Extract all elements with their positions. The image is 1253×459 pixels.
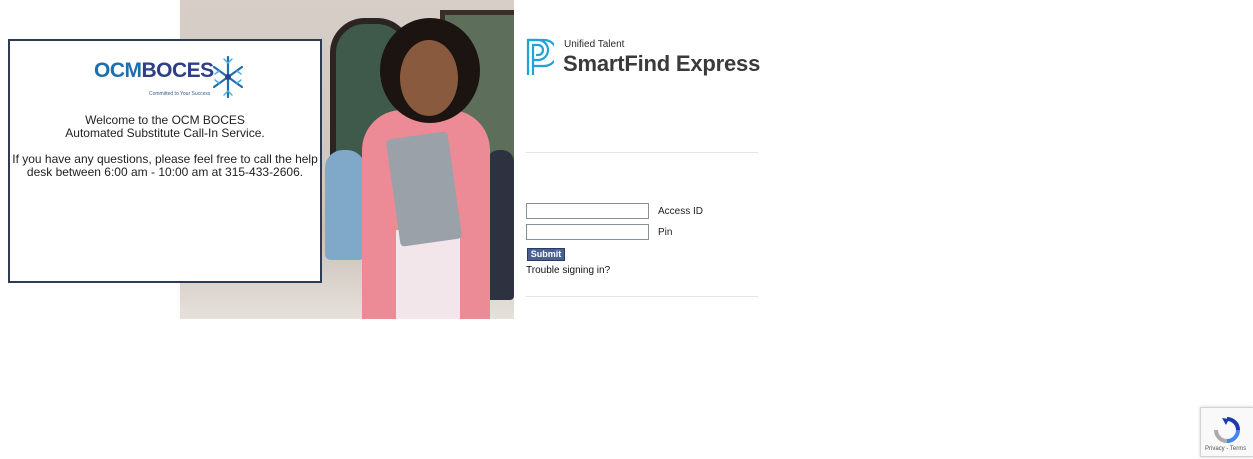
brand-subtitle: Unified Talent (564, 39, 625, 50)
brand-name: SmartFind Express (563, 51, 761, 76)
divider-bottom (526, 296, 758, 297)
powerschool-logo-icon (526, 38, 554, 75)
snowflake-icon (212, 55, 244, 99)
logo-ocm-text: OCM (94, 59, 142, 82)
logo-boces-text: BOCES (141, 59, 215, 82)
ocm-boces-logo: OCMBOCES Committed to Your Success (94, 55, 244, 99)
logo-wordmark: OCMBOCES (94, 59, 214, 83)
pin-label: Pin (658, 227, 673, 238)
welcome-panel: OCMBOCES Committed to Your Success Welco… (8, 39, 322, 283)
hero-teacher-face (400, 40, 458, 116)
access-id-label: Access ID (658, 206, 704, 217)
submit-button[interactable]: Submit (527, 248, 565, 261)
hero-child (487, 150, 514, 300)
pin-input[interactable] (526, 224, 649, 240)
hero-child (325, 150, 365, 260)
access-id-input[interactable] (526, 203, 649, 219)
recaptcha-icon (1214, 417, 1240, 443)
welcome-line-4: desk between 6:00 am - 10:00 am at 315-4… (26, 165, 304, 179)
recaptcha-badge[interactable]: Privacy - Terms (1200, 407, 1253, 457)
divider-top (526, 152, 758, 153)
trouble-signing-in-link[interactable]: Trouble signing in? (526, 265, 610, 276)
recaptcha-links[interactable]: Privacy - Terms (1205, 446, 1246, 452)
welcome-line-2: Automated Substitute Call-In Service. (65, 126, 265, 140)
logo-tagline: Committed to Your Success (149, 91, 211, 97)
